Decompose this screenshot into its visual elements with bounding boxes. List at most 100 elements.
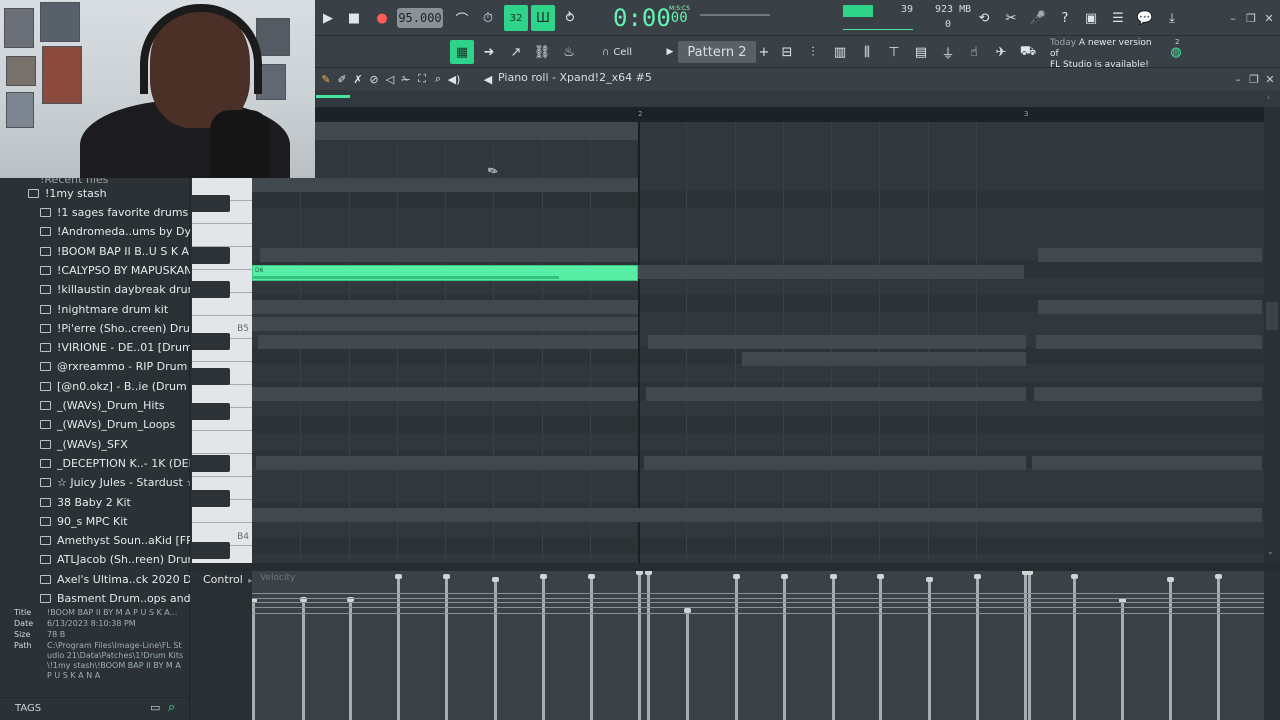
browser-folder-item[interactable]: [@n0.okz] - B..ie (Drum Kit) — [0, 377, 190, 396]
browser-folder-item[interactable]: Amethyst Soun..aKid [FREE] — [0, 531, 190, 550]
close-icon[interactable]: ✕ — [1261, 10, 1277, 26]
metronome-icon[interactable]: ⌒ — [451, 7, 473, 29]
black-key[interactable] — [192, 247, 230, 264]
vertical-scrollbar[interactable]: › ⌄ — [1264, 93, 1280, 563]
velocity-lane[interactable]: Velocity — [252, 571, 1264, 720]
scroll-down-icon[interactable]: ⌄ — [1267, 547, 1274, 556]
velocity-bar[interactable] — [252, 598, 257, 720]
stamp-icon[interactable]: ♨ — [558, 41, 580, 63]
restore-icon[interactable]: ❐ — [1243, 10, 1259, 26]
black-key[interactable] — [192, 403, 230, 420]
stop-icon[interactable]: ■ — [343, 7, 365, 29]
piano-roll-icon[interactable]: ▦ — [450, 40, 474, 64]
note-block[interactable]: D6 — [252, 265, 638, 281]
browser-folder-item[interactable]: !killaustin daybreak drum kit — [0, 280, 190, 299]
browser-tree-icon[interactable]: ⊤ — [883, 41, 905, 63]
cart-icon[interactable]: ⛟ — [1017, 41, 1039, 63]
master-pitch-slider[interactable] — [700, 14, 770, 16]
browser-folder-item[interactable]: _(WAVs)_Drum_Loops — [0, 415, 190, 434]
white-key[interactable] — [192, 224, 252, 247]
black-key[interactable] — [192, 195, 230, 212]
browser-folder-item[interactable]: !VIRIONE - DE..01 [Drum Kit] — [0, 338, 190, 357]
browser-folder-item[interactable]: Basment Drum..ops and Fills — [0, 589, 190, 608]
pr-close-icon[interactable]: ✕ — [1262, 71, 1278, 87]
velocity-bar[interactable] — [1022, 571, 1029, 720]
minimize-icon[interactable]: – — [1225, 10, 1241, 26]
plugin-icon[interactable]: ⏚ — [937, 41, 959, 63]
browser-folder-item[interactable]: ☆ Juicy Jules - Stardust ☆ — [0, 473, 190, 492]
black-key[interactable] — [192, 455, 230, 472]
pr-minimize-icon[interactable]: – — [1230, 71, 1246, 87]
tempo-display[interactable]: 95.000 — [397, 8, 443, 28]
step-seq-icon[interactable]: ⫶ — [802, 41, 824, 63]
piano-keyboard[interactable]: B5 B4 — [192, 178, 252, 563]
pattern-selector[interactable]: Pattern 2 — [678, 41, 756, 63]
playlist-icon[interactable]: ⊟ — [776, 41, 798, 63]
control-divider[interactable] — [192, 563, 1280, 571]
velocity-bar[interactable] — [1026, 571, 1033, 720]
browser-folder-item[interactable]: !1 sages favorite drums — [0, 203, 190, 222]
slide-icon[interactable]: ↗ — [505, 41, 527, 63]
vertical-scroll-thumb[interactable] — [1266, 302, 1278, 330]
bird-icon[interactable]: ✈ — [990, 41, 1012, 63]
velocity-bar[interactable] — [492, 577, 499, 720]
browser-folder-item[interactable]: Axel's Ultima..ck 2020 Drums — [0, 570, 190, 589]
help-icon[interactable]: ? — [1054, 7, 1076, 29]
speaker-icon[interactable]: ◀ — [477, 68, 499, 90]
channel-rack-icon[interactable]: ▥ — [829, 41, 851, 63]
velocity-bar[interactable] — [926, 577, 933, 720]
save-icon[interactable]: ▣ — [1080, 7, 1102, 29]
link-icon[interactable]: ⛓ — [531, 41, 553, 63]
note-grid[interactable]: D6 ✎ — [252, 122, 1264, 563]
velocity-bar[interactable] — [645, 571, 652, 720]
browser-folder-item[interactable]: _(WAVs)_SFX — [0, 435, 190, 454]
cut-tools-icon[interactable]: ✂ — [1000, 7, 1022, 29]
browser-folder-item[interactable]: _(WAVs)_Drum_Hits — [0, 396, 190, 415]
tags-bar[interactable]: TAGS ▭ ⌕ — [0, 697, 190, 720]
snap-selector[interactable]: ∩ Cell — [587, 43, 647, 61]
black-key[interactable] — [192, 368, 230, 385]
undo-icon[interactable]: ⟲ — [973, 7, 995, 29]
browser-folder-item[interactable]: @rxreammo - RIP Drum Kit — [0, 357, 190, 376]
horizontal-scroll-thumb[interactable] — [316, 95, 350, 98]
velocity-bar[interactable] — [684, 608, 691, 720]
browser-folder-item[interactable]: !Andromeda..ums by Dynox — [0, 222, 190, 241]
timeline-ruler[interactable]: 2 3 — [252, 107, 1264, 122]
browser-folder-item[interactable]: _DECEPTION K..- 1K (DEMO) — [0, 454, 190, 473]
velocity-bar[interactable] — [300, 597, 307, 720]
white-key[interactable] — [192, 431, 252, 454]
browser-folder-item[interactable]: !CALYPSO BY MAPUSKANA — [0, 261, 190, 280]
loop-record-icon[interactable]: ⥁ — [559, 7, 581, 29]
countdown-icon[interactable]: ⏱ — [477, 7, 499, 29]
browser-folder-item[interactable]: 38 Baby 2 Kit — [0, 493, 190, 512]
download-icon[interactable]: ⤓ — [1161, 7, 1183, 29]
piano-roll-title[interactable]: Piano roll - Xpand!2_x64 #5 — [498, 71, 652, 84]
document-icon[interactable]: ▤ — [910, 41, 932, 63]
black-key[interactable] — [192, 490, 230, 507]
play-icon[interactable]: ▶ — [317, 7, 339, 29]
browser-folder-item[interactable]: !BOOM BAP II B..U S K A N A — [0, 242, 190, 261]
tags-folder-icon[interactable]: ▭ — [150, 701, 160, 714]
chat-icon[interactable]: 💬 — [1134, 7, 1156, 29]
black-key[interactable] — [192, 281, 230, 298]
mixer-icon[interactable]: ☰ — [1107, 7, 1129, 29]
time-display[interactable]: 0:00 00 — [613, 3, 688, 33]
playback-tool-icon[interactable]: ◀) — [443, 68, 465, 90]
browser-folder-item[interactable]: ATLJacob (Sh..reen) Drumkit — [0, 550, 190, 569]
piano-roll-scrollbar[interactable] — [315, 90, 1280, 107]
touch-icon[interactable]: ☝ — [963, 41, 985, 63]
microphone-icon[interactable]: 🎤 — [1027, 7, 1049, 29]
browser-folder-item[interactable]: 90_s MPC Kit — [0, 512, 190, 531]
step-edit-icon[interactable]: Ш — [531, 5, 555, 31]
velocity-bar[interactable] — [347, 597, 354, 720]
scroll-right-icon[interactable]: › — [1267, 93, 1270, 102]
pat-song-toggle[interactable]: 32 — [504, 5, 528, 31]
record-icon[interactable]: ● — [371, 7, 393, 29]
add-pattern-icon[interactable]: + — [753, 41, 775, 63]
news-panel[interactable]: Today A newer version of FL Studio is av… — [1050, 38, 1160, 70]
velocity-bar[interactable] — [1119, 598, 1126, 720]
arrow-right-icon[interactable]: ➜ — [478, 41, 500, 63]
black-key[interactable] — [192, 542, 230, 559]
search-icon[interactable]: ⌕ — [168, 700, 175, 715]
browser-root-folder[interactable]: !1my stash — [0, 184, 190, 203]
